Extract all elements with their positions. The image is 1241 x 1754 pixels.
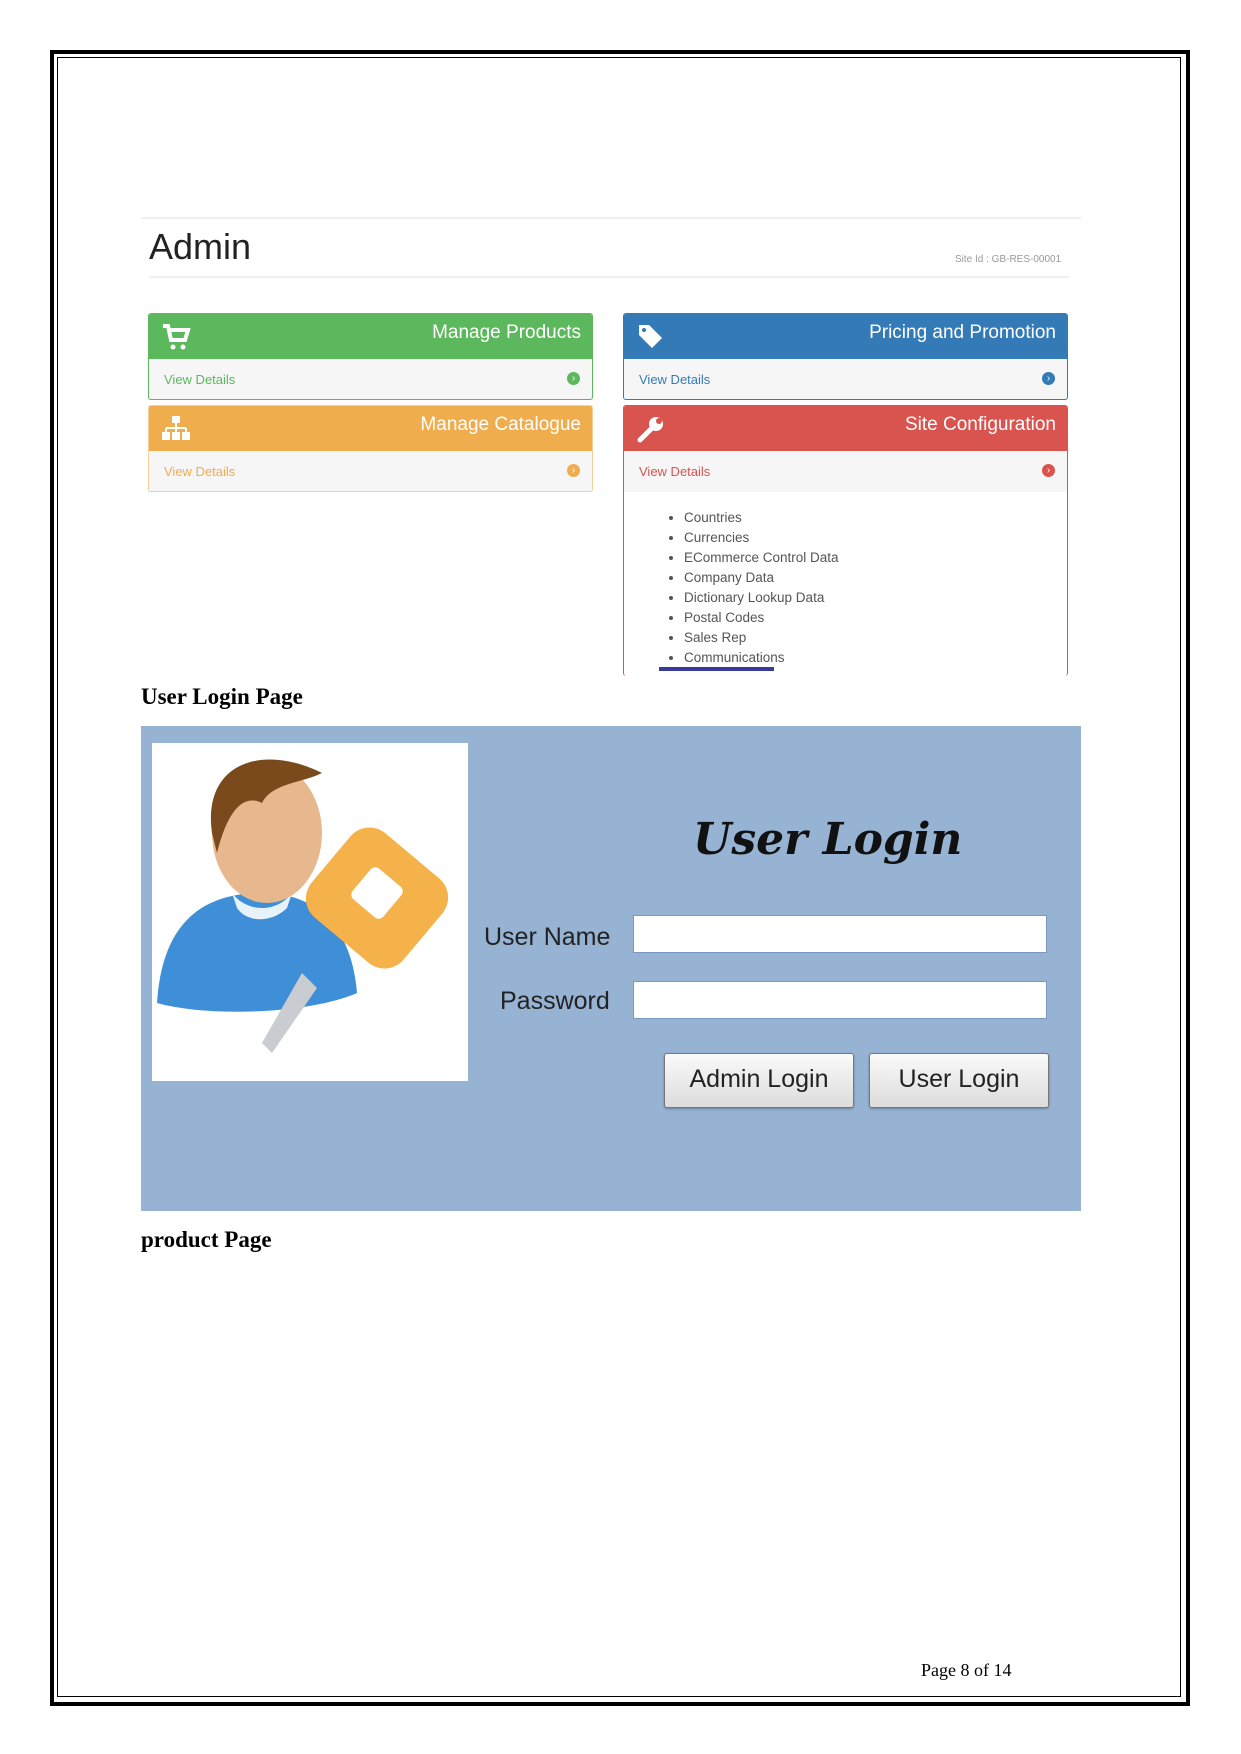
username-label: User Name [484, 923, 611, 951]
password-label: Password [500, 987, 610, 1015]
panel-title: Manage Catalogue [420, 414, 581, 435]
list-item[interactable]: Company Data [684, 568, 839, 588]
section-heading-product: product Page [141, 1227, 272, 1252]
username-input[interactable] [633, 915, 1047, 953]
panel-title: Pricing and Promotion [869, 322, 1056, 343]
user-key-icon [157, 759, 449, 1053]
arrow-circle-right-icon: › [567, 464, 580, 477]
divider [141, 217, 1081, 219]
panel-manage-products[interactable]: Manage Products View Details › [148, 313, 593, 400]
user-login-button[interactable]: User Login [869, 1053, 1049, 1108]
user-key-image [152, 743, 468, 1081]
arrow-circle-right-icon: › [567, 372, 580, 385]
view-details-link[interactable]: View Details › [149, 451, 592, 491]
site-id: Site Id : GB-RES-00001 [955, 254, 1062, 265]
view-details-label: View Details [639, 372, 711, 387]
login-window: User Login User Name Password Admin Logi… [141, 726, 1081, 1211]
panel-title: Manage Products [432, 322, 581, 343]
panel-title: Site Configuration [904, 414, 1056, 435]
login-title: User Login [693, 814, 963, 865]
tags-icon [639, 325, 662, 348]
wrench-icon [637, 417, 663, 443]
admin-title: Admin [149, 226, 252, 267]
list-item[interactable]: Sales Rep [684, 628, 839, 648]
sitemap-icon [162, 416, 190, 440]
list-item[interactable]: ECommerce Control Data [684, 548, 839, 568]
password-input[interactable] [633, 981, 1047, 1019]
site-config-list: Countries Currencies ECommerce Control D… [666, 508, 839, 668]
scroll-indicator [659, 667, 774, 671]
divider [149, 276, 1069, 278]
list-item[interactable]: Currencies [684, 528, 839, 548]
view-details-link[interactable]: View Details › [624, 359, 1067, 399]
list-item[interactable]: Postal Codes [684, 608, 839, 628]
page-number: Page 8 of 14 [921, 1660, 1012, 1680]
view-details-label: View Details [639, 464, 711, 479]
view-details-label: View Details [164, 372, 236, 387]
panel-manage-catalogue[interactable]: Manage Catalogue View Details › [148, 405, 593, 492]
panel-site-configuration[interactable]: Site Configuration View Details › Countr… [623, 405, 1068, 676]
view-details-link[interactable]: View Details › [624, 451, 1067, 492]
list-item[interactable]: Countries [684, 508, 839, 528]
view-details-label: View Details [164, 464, 236, 479]
list-item[interactable]: Communications [684, 648, 839, 668]
arrow-circle-right-icon: › [1042, 464, 1055, 477]
list-item[interactable]: Dictionary Lookup Data [684, 588, 839, 608]
view-details-link[interactable]: View Details › [149, 359, 592, 399]
panel-pricing-promotion[interactable]: Pricing and Promotion View Details › [623, 313, 1068, 400]
shopping-cart-icon [163, 324, 191, 350]
admin-login-button[interactable]: Admin Login [664, 1053, 854, 1108]
section-heading-user-login: User Login Page [141, 684, 303, 709]
arrow-circle-right-icon: › [1042, 372, 1055, 385]
